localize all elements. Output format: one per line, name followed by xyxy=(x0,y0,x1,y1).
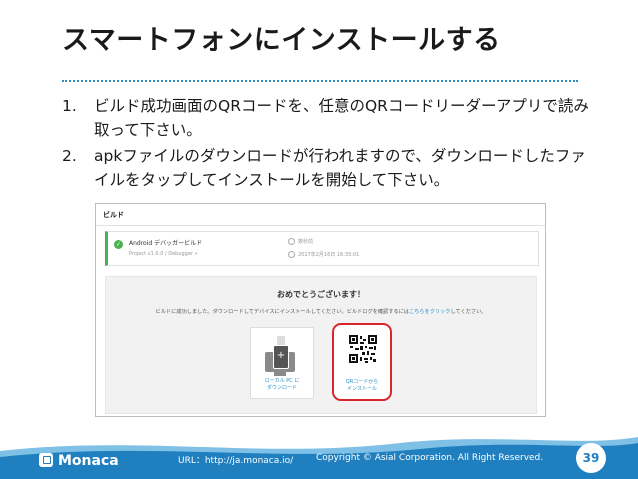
calendar-icon xyxy=(288,251,295,258)
page-number: 39 xyxy=(576,443,606,473)
qr-install-button[interactable]: QRコードから インストール xyxy=(332,323,392,401)
build-header: ビルド xyxy=(96,204,545,226)
build-subtitle[interactable]: Project v1.0.0 / Debugger » xyxy=(129,251,198,257)
success-message: ビルドに成功しました。ダウンロードしてデバイスにインストールしてください。ビルド… xyxy=(155,309,487,315)
monaca-logo: Monaca xyxy=(39,453,119,469)
build-card[interactable]: ✓ Android デバッガービルド Project v1.0.0 / Debu… xyxy=(105,231,539,266)
congrats-heading: おめでとうございます！ xyxy=(277,290,365,299)
list-item: 2. apkファイルのダウンロードが行われますので、ダウンロードしたファイルをタ… xyxy=(62,144,592,192)
monaca-logo-icon xyxy=(39,453,53,467)
build-title: Android デバッガービルド xyxy=(129,240,203,247)
list-item: 1. ビルド成功画面のQRコードを、任意のQRコードリーダーアプリで読み取って下… xyxy=(62,94,592,142)
build-elapsed: 数秒前 xyxy=(288,238,313,245)
step-list: 1. ビルド成功画面のQRコードを、任意のQRコードリーダーアプリで読み取って下… xyxy=(62,94,592,194)
footer-copyright: Copyright © Asial Corporation. All Right… xyxy=(316,453,544,463)
step-text: ビルド成功画面のQRコードを、任意のQRコードリーダーアプリで読み取って下さい。 xyxy=(94,97,589,139)
step-number: 1. xyxy=(62,97,77,115)
build-log-link[interactable]: こちらをクリック xyxy=(409,309,451,315)
qr-install-label: QRコードから インストール xyxy=(345,379,379,392)
step-number: 2. xyxy=(62,147,77,165)
check-icon: ✓ xyxy=(114,240,123,249)
download-arrow-icon xyxy=(274,336,288,351)
success-panel: おめでとうございます！ ビルドに成功しました。ダウンロードしてデバイスにインスト… xyxy=(105,276,537,414)
title-divider xyxy=(62,80,578,82)
footer-url: URL：http://ja.monaca.io/ xyxy=(178,456,294,466)
phone-plus-icon: + xyxy=(273,345,289,369)
slide-title: スマートフォンにインストールする xyxy=(62,25,501,56)
step-text: apkファイルのダウンロードが行われますので、ダウンロードしたファイルをタップし… xyxy=(94,147,586,189)
clock-icon xyxy=(288,238,295,245)
build-screenshot: ビルド ✓ Android デバッガービルド Project v1.0.0 / … xyxy=(95,203,546,417)
download-local-label: ローカル PC に ダウンロード xyxy=(264,378,300,391)
build-date: 2017年2月16日 16:35:01 xyxy=(288,251,359,258)
qr-code-icon xyxy=(348,334,378,364)
download-local-button[interactable]: + ローカル PC に ダウンロード xyxy=(250,327,314,399)
